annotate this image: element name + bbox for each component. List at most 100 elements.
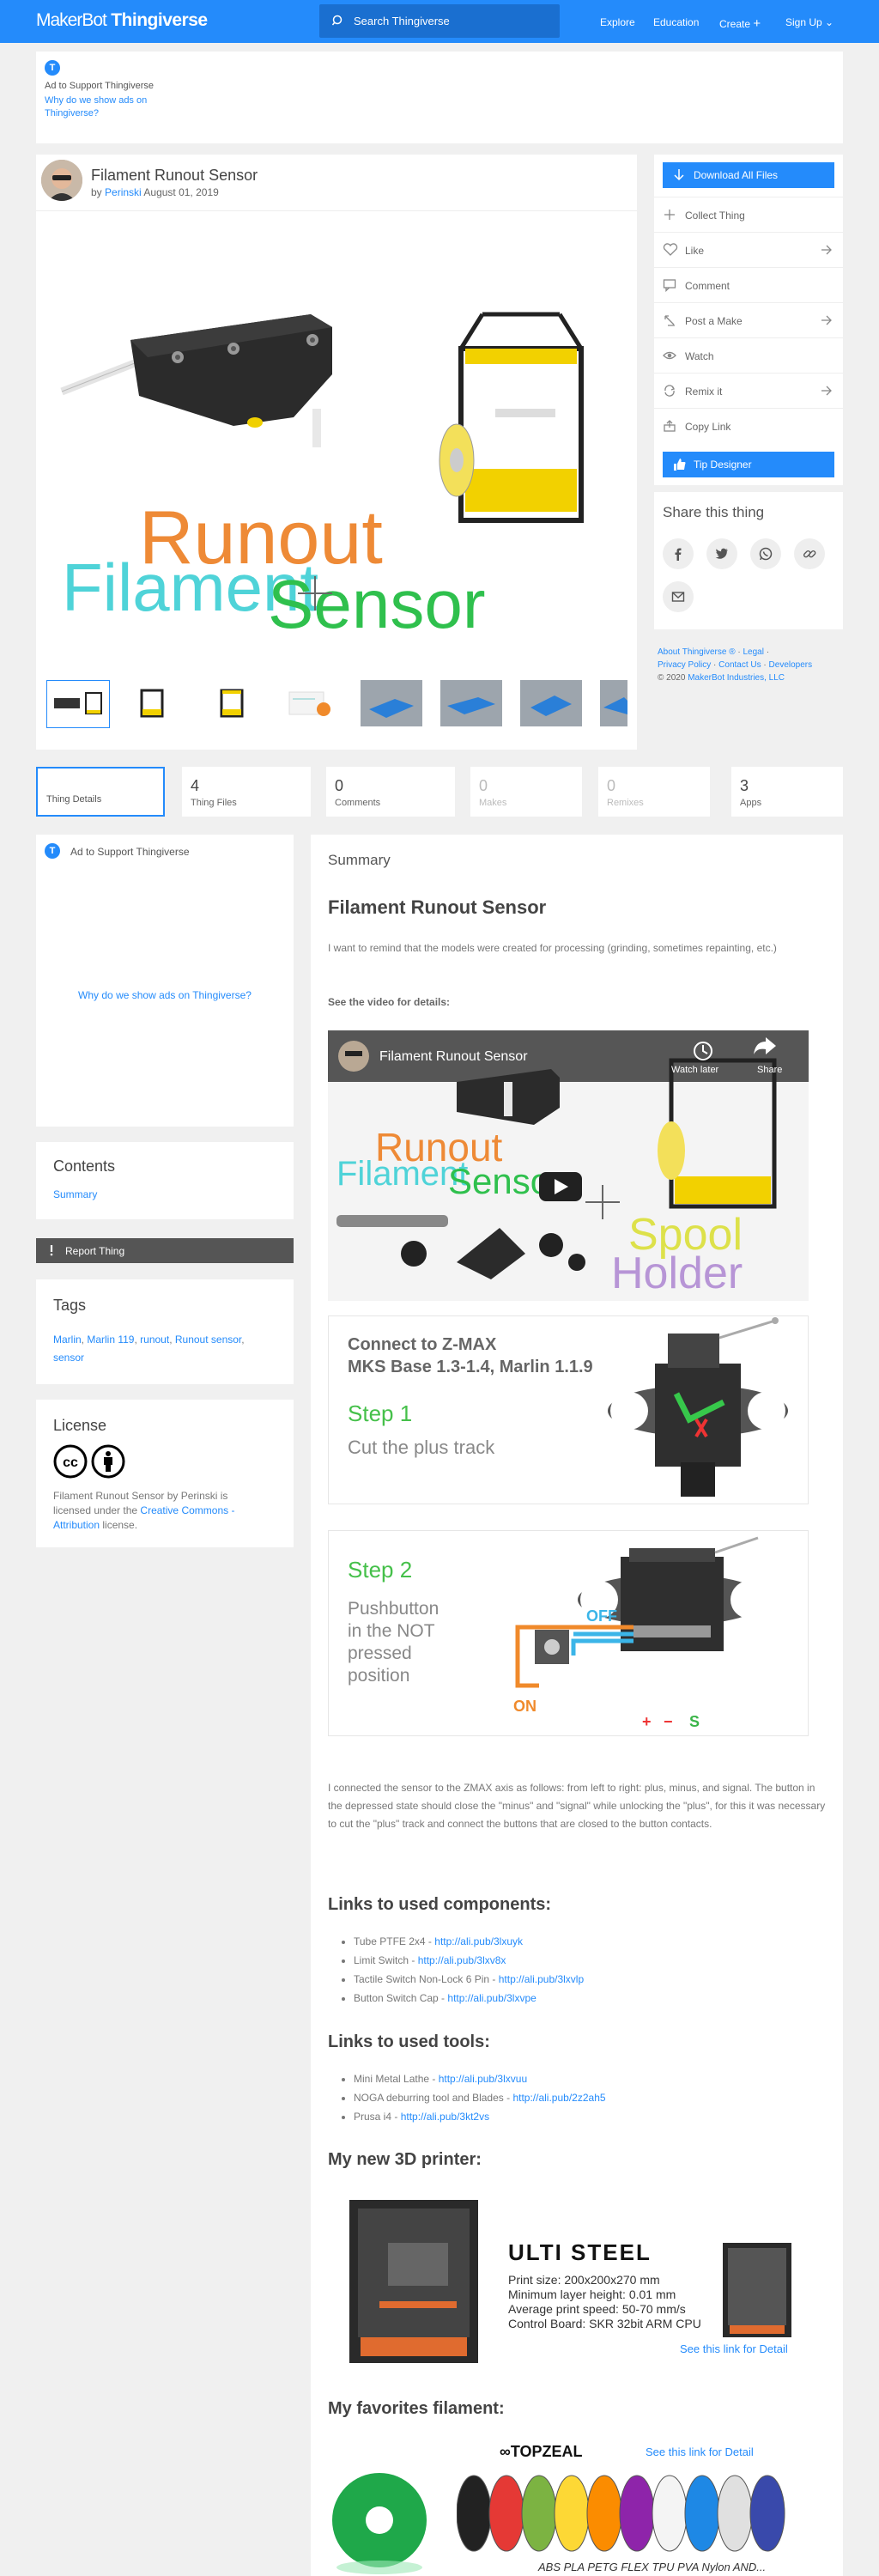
filament-spool-row <box>456 2469 800 2555</box>
tab-remixes-count: 0 <box>607 777 616 794</box>
nav-create-label: Create <box>719 18 751 30</box>
copy-link-button[interactable]: Copy Link <box>654 408 843 443</box>
link-icon <box>803 550 816 558</box>
publish-date: August 01, 2019 <box>143 186 219 198</box>
component-link[interactable]: http://ali.pub/3lxv8x <box>418 1954 506 1966</box>
step2-off-label: OFF <box>586 1607 617 1625</box>
tool-link[interactable]: http://ali.pub/2z2ah5 <box>512 2092 605 2104</box>
tab-comments[interactable]: 0 Comments <box>326 767 455 817</box>
remix-it-button[interactable]: Remix it <box>654 373 843 408</box>
about-thingiverse-link[interactable]: About Thingiverse ® <box>658 647 736 657</box>
download-all-files-button[interactable]: Download All Files <box>663 162 834 188</box>
summary-intro-text: I want to remind that the models were cr… <box>328 942 777 954</box>
thumbnail-8-image <box>600 680 627 726</box>
arrow-right-icon <box>821 386 832 396</box>
component-name: Tactile Switch Non-Lock 6 Pin <box>354 1973 490 1985</box>
nav-sign-up[interactable]: Sign Up ⌄ <box>785 16 834 28</box>
thumbnail-8[interactable] <box>600 680 627 728</box>
step1-title: Step 1 <box>348 1400 413 1426</box>
arrow-right-icon <box>821 315 832 325</box>
author-link[interactable]: Perinski <box>105 186 142 198</box>
footer-links: About Thingiverse ® · Legal · Privacy Po… <box>658 647 813 683</box>
contact-us-link[interactable]: Contact Us <box>718 660 761 670</box>
privacy-policy-link[interactable]: Privacy Policy <box>658 660 711 670</box>
nav-education[interactable]: Education <box>653 16 699 28</box>
tool-name: NOGA deburring tool and Blades <box>354 2092 504 2104</box>
tag-link[interactable]: runout <box>140 1334 169 1346</box>
search-input[interactable]: Search Thingiverse <box>319 4 560 38</box>
author-avatar[interactable] <box>41 160 82 201</box>
tab-makes-count: 0 <box>479 777 488 794</box>
thumbnail-4[interactable] <box>281 680 344 728</box>
printer-spec: Average print speed: 50-70 mm/s <box>508 2302 686 2316</box>
thumbnail-6[interactable] <box>440 680 504 728</box>
tip-designer-button[interactable]: Tip Designer <box>663 452 834 477</box>
share-email-button[interactable] <box>663 581 694 612</box>
step2-desc-line: Pushbutton <box>348 1599 440 1619</box>
youtube-video-embed[interactable]: Runout Filament Sensor Spool Holder Fila… <box>328 1030 809 1301</box>
watch-button[interactable]: Watch <box>654 337 843 373</box>
component-name: Tube PTFE 2x4 <box>354 1935 426 1947</box>
logo-thingiverse-text: Thingiverse <box>111 10 208 30</box>
thumbnail-7[interactable] <box>520 680 584 728</box>
remix-icon <box>664 385 676 397</box>
tab-apps[interactable]: 3 Apps <box>731 767 843 817</box>
developers-link[interactable]: Developers <box>769 660 813 670</box>
topzeal-filament-banner[interactable]: ∞TOPZEAL See this link for Detail ABS PL… <box>328 2439 809 2576</box>
tag-link[interactable]: Marlin <box>53 1334 82 1346</box>
thumbnail-2[interactable] <box>121 680 185 728</box>
why-ads-link[interactable]: Why do we show ads on Thingiverse? <box>45 94 165 120</box>
component-link[interactable]: http://ali.pub/3lxuyk <box>434 1935 523 1947</box>
thing-byline: by Perinski August 01, 2019 <box>91 186 219 198</box>
thumbnail-1[interactable] <box>46 680 110 728</box>
creative-commons-attribution-icon[interactable]: cc <box>53 1444 127 1479</box>
copy-link-share-button[interactable] <box>794 538 825 569</box>
thumbnail-5[interactable] <box>361 680 424 728</box>
tab-makes[interactable]: 0 Makes <box>470 767 582 817</box>
makerbot-thingiverse-logo[interactable]: MakerBot Thingiverse <box>36 10 208 31</box>
printer-detail-link[interactable]: See this link for Detail <box>680 2342 788 2355</box>
sidebar-ad: T Ad to Support Thingiverse Why do we sh… <box>36 835 294 1127</box>
tag-link[interactable]: Marlin 119 <box>87 1334 134 1346</box>
contents-summary-link[interactable]: Summary <box>53 1188 97 1200</box>
license-text: Filament Runout Sensor by Perinski is li… <box>53 1489 259 1533</box>
main-thing-image[interactable]: Runout Filament Sensor <box>36 210 637 642</box>
nav-create[interactable]: Create + <box>719 16 761 31</box>
tag-link[interactable]: sensor <box>53 1352 84 1364</box>
legal-link[interactable]: Legal <box>743 647 763 657</box>
tag-link[interactable]: Runout sensor <box>175 1334 241 1346</box>
share-twitter-button[interactable] <box>706 538 737 569</box>
like-button[interactable]: Like <box>654 232 843 267</box>
tab-thing-details[interactable]: Thing Details <box>36 767 165 817</box>
component-link[interactable]: http://ali.pub/3lxvlp <box>499 1973 584 1985</box>
license-title: License <box>53 1417 107 1434</box>
ulti-steel-banner[interactable]: ULTI STEEL Print size: 200x200x270 mm Mi… <box>328 2191 809 2372</box>
post-a-make-button[interactable]: Post a Make <box>654 302 843 337</box>
component-link[interactable]: http://ali.pub/3lxvpe <box>447 1992 536 2004</box>
printer-spec: Print size: 200x200x270 mm <box>508 2273 660 2287</box>
report-thing-button[interactable]: Report Thing <box>36 1238 294 1263</box>
thumbs-up-icon <box>674 459 686 471</box>
facebook-icon <box>675 548 682 561</box>
tab-remixes[interactable]: 0 Remixes <box>598 767 710 817</box>
tool-link[interactable]: http://ali.pub/3lxvuu <box>439 2073 527 2085</box>
step2-desc-line: pressed <box>348 1643 412 1663</box>
list-item: Mini Metal Lathe - http://ali.pub/3lxvuu <box>354 2069 606 2088</box>
tool-link[interactable]: http://ali.pub/3kt2vs <box>401 2111 489 2123</box>
collect-thing-button[interactable]: Collect Thing <box>654 197 843 232</box>
share-title: Share this thing <box>663 504 765 520</box>
makerbot-industries-link[interactable]: MakerBot Industries, LLC <box>688 673 785 683</box>
share-whatsapp-button[interactable] <box>750 538 781 569</box>
tab-apps-count: 3 <box>740 777 749 794</box>
share-facebook-button[interactable] <box>663 538 694 569</box>
filament-spool <box>586 2475 622 2552</box>
comment-button[interactable]: Comment <box>654 267 843 302</box>
nav-explore[interactable]: Explore <box>600 16 635 28</box>
why-ads-link[interactable]: Why do we show ads on Thingiverse? <box>36 989 294 1001</box>
tab-thing-files[interactable]: 4 Thing Files <box>182 767 311 817</box>
remix-it-label: Remix it <box>685 386 723 398</box>
thumbnail-3[interactable] <box>201 680 264 728</box>
printer-spec: Minimum layer height: 0.01 mm <box>508 2287 676 2301</box>
filament-detail-link[interactable]: See this link for Detail <box>646 2445 754 2458</box>
search-icon <box>332 15 343 26</box>
